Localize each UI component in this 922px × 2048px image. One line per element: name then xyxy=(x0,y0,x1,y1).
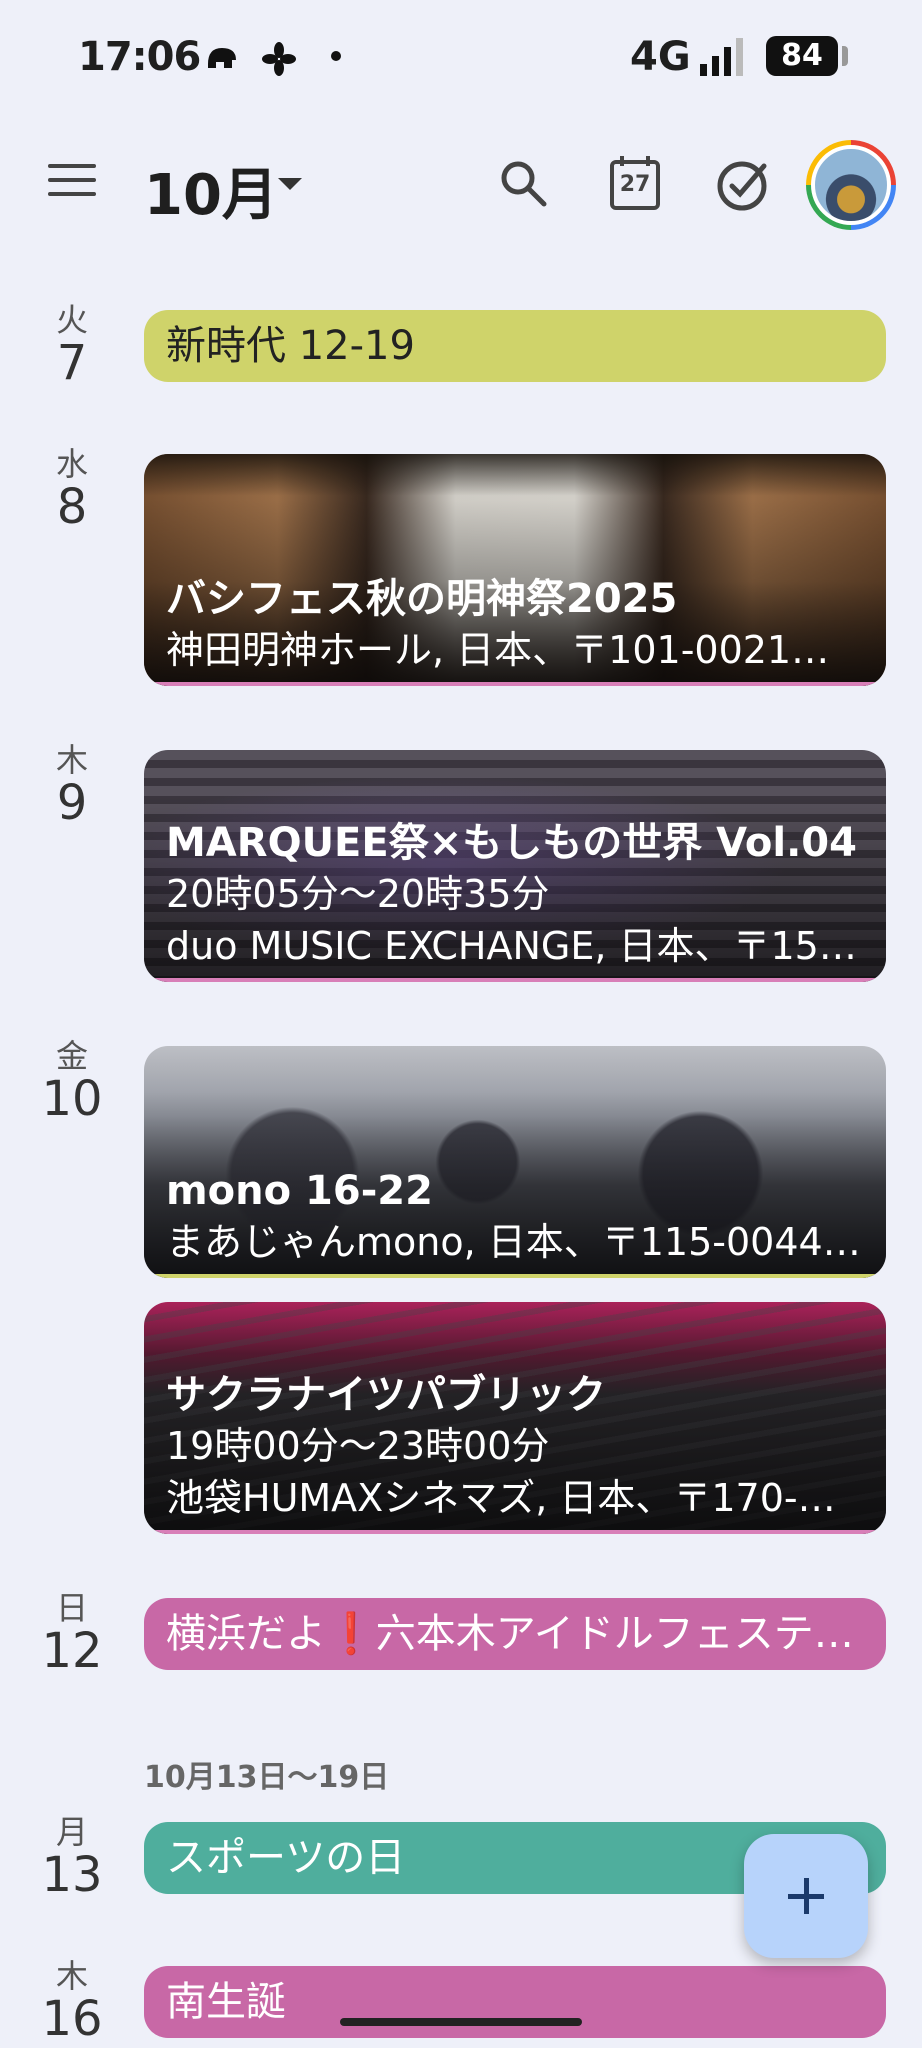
day-of-week: 木 xyxy=(55,741,88,779)
day-of-week: 水 xyxy=(55,445,88,483)
day-label: 日 12 xyxy=(40,1590,104,1676)
day-of-week: 日 xyxy=(55,1589,88,1627)
today-date: 27 xyxy=(619,172,651,197)
event-chip[interactable]: 新時代 12-19 xyxy=(144,310,886,382)
app-notification-icon xyxy=(208,48,236,68)
day-number: 13 xyxy=(41,1847,103,1903)
event-card[interactable]: サクラナイツパブリック 19時00分～23時00分 池袋HUMAXシネマズ, 日… xyxy=(144,1302,886,1534)
week-range-label: 10月13日～19日 xyxy=(144,1760,390,1795)
app-bar: 10月 27 xyxy=(0,130,922,240)
day-label: 木 16 xyxy=(40,1958,104,2044)
event-title: mono 16-22 xyxy=(166,1168,433,1214)
event-location: 神田明神ホール, 日本、〒101-0021… xyxy=(166,628,830,672)
event-chip[interactable]: 横浜だよ❗六本木アイドルフェステ… xyxy=(144,1598,886,1670)
day-number: 12 xyxy=(41,1623,103,1679)
day-of-week: 火 xyxy=(55,301,88,339)
home-gesture-bar[interactable] xyxy=(340,2018,582,2026)
more-notifications-dot-icon xyxy=(331,51,341,61)
event-title: バシフェス秋の明神祭2025 xyxy=(166,576,678,622)
event-location: duo MUSIC EXCHANGE, 日本、〒15… xyxy=(166,924,857,968)
event-location: まあじゃんmono, 日本、〒115-0044… xyxy=(166,1220,861,1264)
day-label: 木 9 xyxy=(40,742,104,828)
battery-level: 84 xyxy=(781,38,823,73)
menu-icon[interactable] xyxy=(48,164,96,204)
day-of-week: 木 xyxy=(55,1957,88,1995)
create-event-button[interactable] xyxy=(744,1834,868,1958)
status-time: 17:06 xyxy=(78,34,201,80)
day-number: 8 xyxy=(56,479,88,535)
day-number: 10 xyxy=(41,1071,103,1127)
day-of-week: 金 xyxy=(55,1037,88,1075)
flower-notification-icon xyxy=(262,42,296,76)
account-avatar[interactable] xyxy=(806,140,896,230)
day-label: 金 10 xyxy=(40,1038,104,1124)
dropdown-arrow-icon[interactable] xyxy=(278,178,302,190)
event-card[interactable]: バシフェス秋の明神祭2025 神田明神ホール, 日本、〒101-0021… xyxy=(144,454,886,686)
event-card[interactable]: MARQUEE祭×もしもの世界 Vol.04 20時05分～20時35分 duo… xyxy=(144,750,886,982)
day-number: 9 xyxy=(56,775,88,831)
today-calendar-icon[interactable]: 27 xyxy=(604,152,668,216)
event-title: MARQUEE祭×もしもの世界 Vol.04 xyxy=(166,820,857,866)
search-icon[interactable] xyxy=(492,152,556,216)
day-label: 水 8 xyxy=(40,446,104,532)
event-time: 19時00分～23時00分 xyxy=(166,1424,550,1468)
day-of-week: 月 xyxy=(55,1813,88,1851)
network-type: 4G xyxy=(630,34,691,80)
battery-icon: 84 xyxy=(766,36,848,76)
tasks-check-icon[interactable] xyxy=(710,152,774,216)
event-title: サクラナイツパブリック xyxy=(166,1372,606,1418)
day-label: 火 7 xyxy=(40,302,104,388)
status-bar: 17:06 4G 84 xyxy=(0,28,922,86)
event-time: 20時05分～20時35分 xyxy=(166,872,550,916)
day-label: 月 13 xyxy=(40,1814,104,1900)
event-chip[interactable]: 南生誕 xyxy=(144,1966,886,2038)
event-location: 池袋HUMAXシネマズ, 日本、〒170-… xyxy=(166,1476,836,1520)
month-title[interactable]: 10月 xyxy=(144,150,278,231)
event-card[interactable]: mono 16-22 まあじゃんmono, 日本、〒115-0044… xyxy=(144,1046,886,1278)
day-number: 7 xyxy=(56,335,88,391)
signal-icon xyxy=(700,38,743,76)
day-number: 16 xyxy=(41,1991,103,2047)
